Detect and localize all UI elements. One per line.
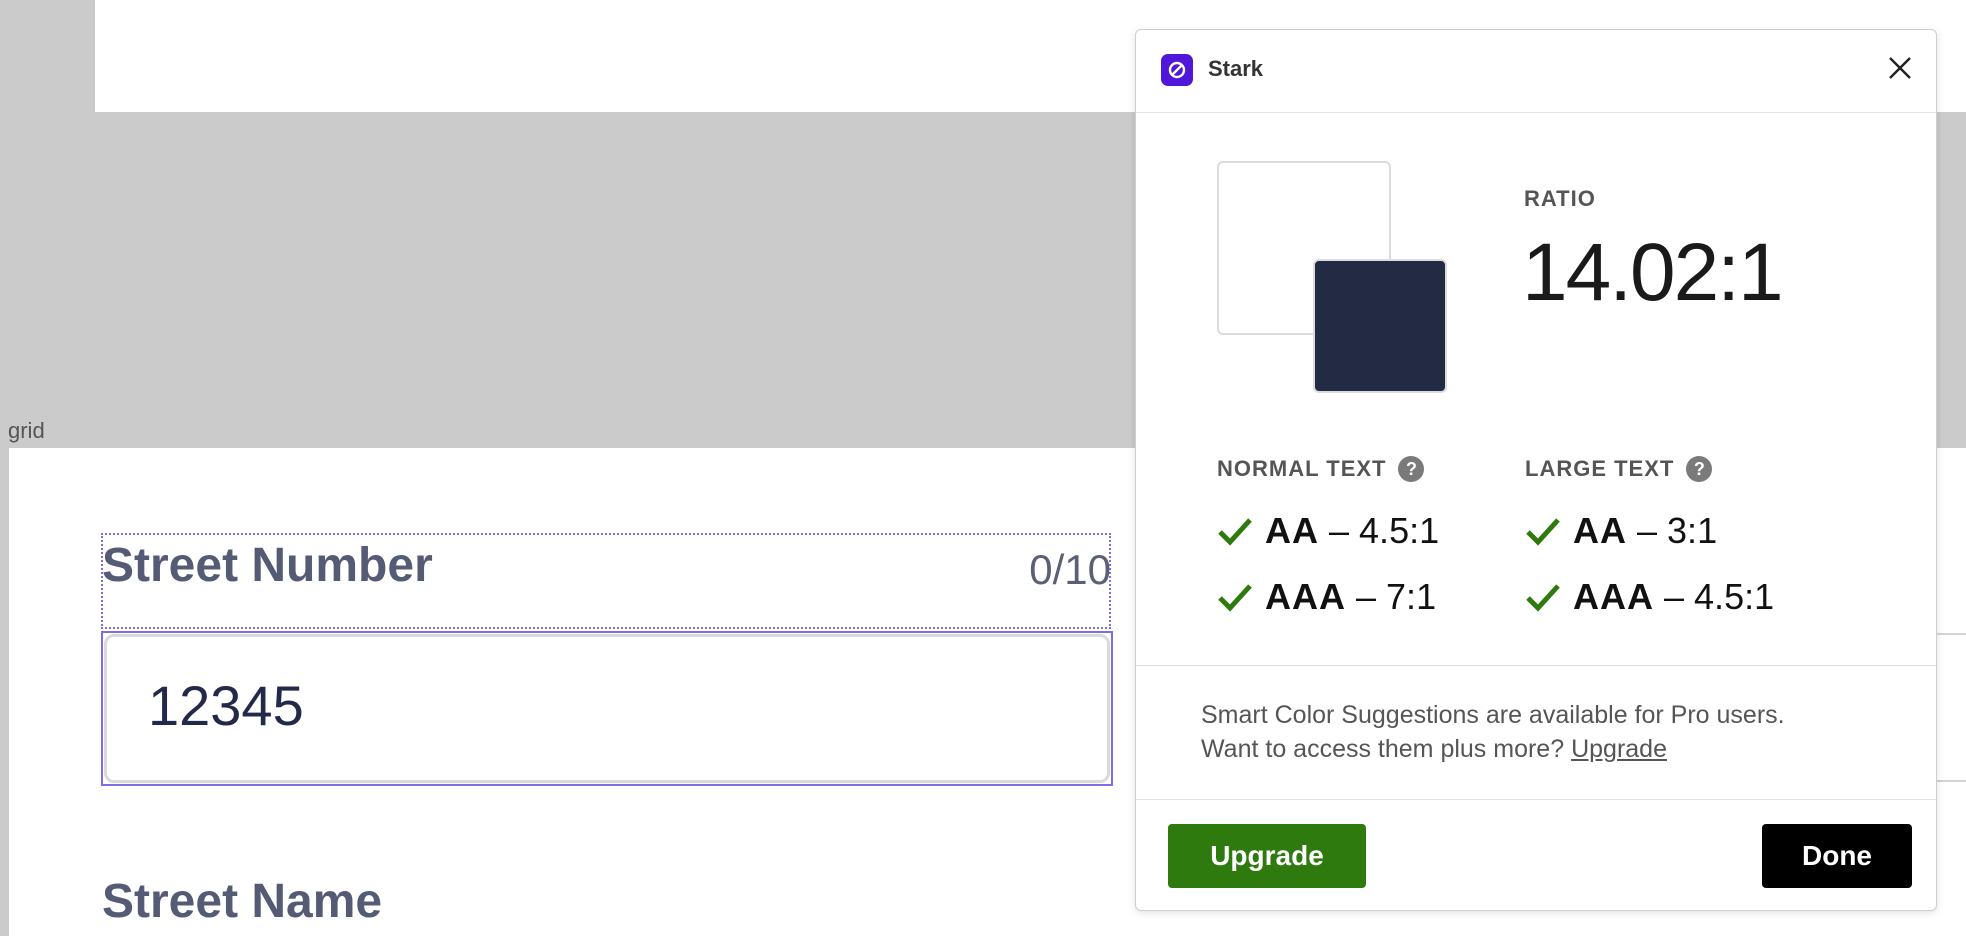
panel-header: Stark [1136,30,1936,113]
street-number-label: Street Number [102,539,433,592]
ratio-value: 14.02:1 [1522,227,1784,318]
normal-text-heading: NORMAL TEXT ? [1217,456,1425,482]
street-name-label: Street Name [102,875,383,928]
foreground-color-swatch[interactable] [1313,259,1447,393]
checkmark-icon [1526,518,1560,546]
large-text-heading-label: LARGE TEXT [1525,456,1675,481]
divider [1136,799,1936,800]
check-level: AAA [1265,576,1346,617]
promo-line-2: Want to access them plus more? Upgrade [1201,732,1891,766]
divider [1136,665,1936,666]
stark-logo-icon [1161,54,1193,86]
upgrade-button[interactable]: Upgrade [1168,824,1366,888]
check-ratio: – 4.5:1 [1664,576,1775,617]
normal-text-heading-label: NORMAL TEXT [1217,456,1387,481]
help-icon[interactable]: ? [1686,456,1713,482]
checkmark-icon [1526,584,1560,612]
street-number-value: 12345 [148,674,304,737]
check-ratio: – 3:1 [1637,510,1718,551]
check-level: AAA [1573,576,1654,617]
normal-aa-result: AA – 4.5:1 [1217,510,1439,552]
large-aaa-result: AAA – 4.5:1 [1525,576,1774,618]
checkmark-icon [1218,584,1252,612]
done-button[interactable]: Done [1762,824,1912,888]
stark-panel: Stark RATIO 14.02:1 NORMAL TEXT ? LARGE … [1135,29,1937,911]
right-edge-line [1936,780,1966,782]
large-aa-result: AA – 3:1 [1525,510,1717,552]
grid-frame-label[interactable]: grid [8,418,45,444]
right-edge-line [1936,633,1966,635]
close-button[interactable] [1882,50,1918,86]
character-count: 0/10 [1029,546,1111,593]
close-icon [1889,57,1911,79]
ratio-label: RATIO [1524,186,1596,211]
promo-question: Want to access them plus more? [1201,735,1565,763]
check-ratio: – 7:1 [1356,576,1437,617]
pro-suggestion-notice: Smart Color Suggestions are available fo… [1201,698,1891,766]
normal-aaa-result: AAA – 7:1 [1217,576,1436,618]
check-level: AA [1573,510,1627,551]
check-ratio: – 4.5:1 [1329,510,1440,551]
promo-line-1: Smart Color Suggestions are available fo… [1201,701,1785,729]
check-level: AA [1265,510,1319,551]
checkmark-icon [1218,518,1252,546]
upgrade-link[interactable]: Upgrade [1571,735,1667,763]
help-icon[interactable]: ? [1398,456,1425,482]
large-text-heading: LARGE TEXT ? [1525,456,1713,482]
panel-title: Stark [1208,56,1264,81]
